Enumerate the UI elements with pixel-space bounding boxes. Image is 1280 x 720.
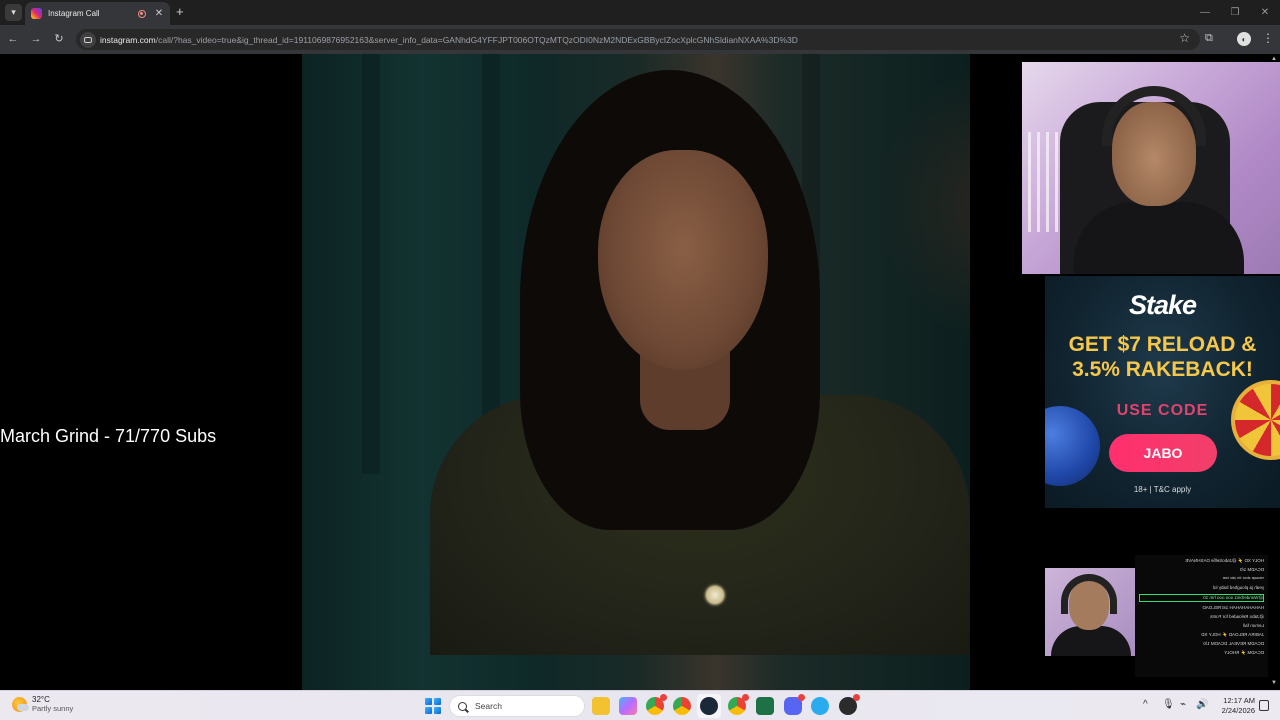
taskbar-search[interactable]: Search xyxy=(449,695,585,717)
chat-overlay: HOLY XD ⚡ @JaboSelfie DASHNAVE DCADM 1/0… xyxy=(1135,555,1268,677)
chat-message: HOLY XD ⚡ @JaboSelfie DASHNAVE xyxy=(1185,558,1264,563)
curtain-fold xyxy=(362,54,380,474)
chrome-alt-icon[interactable] xyxy=(728,694,749,715)
chat-message: yeah ja ploughed baby lol xyxy=(1212,585,1264,590)
weather-temperature: 32°C xyxy=(32,695,50,704)
browser-menu-icon[interactable]: ⋮ xyxy=(1262,31,1274,45)
address-bar[interactable]: instagram.com/call/?has_video=true&ig_th… xyxy=(76,29,1200,50)
windows-logo-icon xyxy=(425,698,432,706)
url-path: /call/?has_video=true&ig_thread_id=19110… xyxy=(155,34,798,45)
stake-ad-banner: Stake GET $7 RELOAD & 3.5% RAKEBACK! USE… xyxy=(1045,276,1280,508)
microphone-icon[interactable]: 🎙 xyxy=(1162,699,1175,710)
bookmark-star-icon[interactable]: ☆ xyxy=(1179,31,1190,45)
subs-goal-overlay: March Grind - 71/770 Subs xyxy=(0,426,217,446)
search-icon xyxy=(458,701,467,711)
person-face xyxy=(598,150,768,370)
minimize-button[interactable]: — xyxy=(1190,0,1220,25)
windows-logo-icon xyxy=(433,706,441,714)
url-domain: instagram.com xyxy=(100,34,156,45)
weather-text: 32°C Partly sunny xyxy=(32,695,73,713)
search-placeholder: Search xyxy=(475,701,502,711)
stake-logo: Stake xyxy=(1128,290,1197,320)
tab-close-icon[interactable]: ✕ xyxy=(154,8,164,19)
clock-date: 2/24/2026 xyxy=(1221,706,1255,715)
scrollbar-down-arrow-icon[interactable]: ▼ xyxy=(1271,680,1277,686)
restore-button[interactable]: ❐ xyxy=(1220,0,1250,25)
notification-badge xyxy=(742,694,749,701)
app-red-icon[interactable] xyxy=(839,694,860,715)
start-button[interactable] xyxy=(425,698,441,714)
streamer-shirt xyxy=(1074,202,1244,274)
new-tab-button[interactable]: + xyxy=(176,5,184,18)
use-code-label: USE CODE xyxy=(1116,402,1209,419)
steam-task-button[interactable] xyxy=(697,694,721,718)
notification-center-icon[interactable] xyxy=(1259,700,1269,711)
weather-description: Partly sunny xyxy=(32,704,74,713)
clock-time: 12:17 AM xyxy=(1223,696,1255,705)
roulette-wheel-graphic xyxy=(1231,380,1280,460)
app-green-icon[interactable] xyxy=(756,697,774,715)
tray-overflow-chevron-icon[interactable]: ^ xyxy=(1143,699,1148,710)
network-icon[interactable]: ⌁ xyxy=(1180,699,1186,710)
chat-message: ᵐᵉˢˢᵃᵍᵉ ᵃᵇᵒᵘᵗ ᵗʰᵉ ʲᵃᵇᵒ ᵇᵉᵃᵗ xyxy=(1222,576,1264,581)
extensions-puzzle-icon[interactable]: ⧉ xyxy=(1205,32,1213,45)
discord-icon[interactable] xyxy=(784,694,805,715)
windows-taskbar: 32°C Partly sunny Search ^ 🎙 ⌁ 🔊 12:17 A… xyxy=(0,690,1280,720)
weather-widget[interactable]: 32°C Partly sunny xyxy=(12,695,73,713)
chat-message: DCADM REVEAL DCADM 1/0 xyxy=(1203,641,1264,646)
headphones-icon xyxy=(1102,86,1206,146)
streamer-shirt xyxy=(1051,626,1131,656)
instagram-call-video xyxy=(302,54,970,690)
tab-search-button[interactable]: ▾ xyxy=(5,4,22,21)
chat-message: JABIRA RELOAD ⚡ HOLY XD xyxy=(1201,632,1264,637)
windows-logo-icon xyxy=(425,706,432,714)
notification-badge xyxy=(853,694,860,701)
stream-canvas: March Grind - 71/770 Subs Stake GET $7 R… xyxy=(0,54,1280,690)
scrollbar-up-arrow-icon[interactable]: ▲ xyxy=(1271,56,1277,62)
recording-indicator-icon xyxy=(138,9,146,18)
browser-tab-strip: ▾ Instagram Call ✕ + — ❐ ✕ xyxy=(0,0,1280,25)
chrome-profile-icon[interactable] xyxy=(646,694,667,715)
partly-sunny-icon xyxy=(12,696,29,712)
chrome-icon[interactable] xyxy=(673,697,691,715)
promo-code-pill: JABO xyxy=(1109,434,1217,472)
ad-headline-line1: GET $7 RELOAD & xyxy=(1068,333,1257,356)
steam-icon xyxy=(700,697,718,715)
desktop-screen: ▾ Instagram Call ✕ + — ❐ ✕ ← → ↻ instagr… xyxy=(0,0,1280,720)
forward-button[interactable]: → xyxy=(28,32,44,46)
copilot-icon[interactable] xyxy=(619,697,637,715)
profile-avatar-icon[interactable]: ◐ xyxy=(1237,32,1251,46)
url-text: instagram.com/call/?has_video=true&ig_th… xyxy=(100,35,798,45)
site-info-icon[interactable] xyxy=(80,31,96,48)
ad-legal-text: 18+ | T&C apply xyxy=(1133,485,1192,494)
system-clock[interactable]: 12:17 AM 2/24/2026 xyxy=(1210,696,1255,716)
chat-message: Lemon fall xyxy=(1243,623,1264,628)
chat-message: HAHAHAHAHAH 1st RELOAD xyxy=(1202,605,1264,610)
browser-toolbar: ← → ↻ instagram.com/call/?has_video=true… xyxy=(0,25,1280,54)
chat-message: DCADM ⚡ RHOLY xyxy=(1224,650,1264,655)
chat-message-highlighted: @Wonderbis1 ooo ooo hm 10 xyxy=(1139,594,1264,602)
ad-headline: GET $7 RELOAD & 3.5% RAKEBACK! xyxy=(1045,332,1280,382)
window-controls: — ❐ ✕ xyxy=(1190,0,1280,25)
streamer-webcam xyxy=(1022,62,1280,274)
windows-logo-icon xyxy=(433,698,441,706)
ad-headline-line2: 3.5% RAKEBACK! xyxy=(1072,358,1253,381)
streamer-webcam-mirror xyxy=(1045,568,1135,656)
headphones-icon xyxy=(1061,574,1117,614)
telegram-icon[interactable] xyxy=(811,697,829,715)
notification-badge xyxy=(660,694,667,701)
close-window-button[interactable]: ✕ xyxy=(1250,0,1280,25)
notification-badge xyxy=(798,694,805,701)
chat-message: @Jabo Reloaded for Fonts xyxy=(1210,614,1264,619)
file-explorer-icon[interactable] xyxy=(592,697,610,715)
volume-icon[interactable]: 🔊 xyxy=(1196,699,1208,710)
reload-button[interactable]: ↻ xyxy=(51,32,67,46)
instagram-icon xyxy=(31,8,42,19)
chat-message: DCADM 1/0 xyxy=(1239,567,1264,572)
necklace-pendant xyxy=(702,582,728,608)
back-button[interactable]: ← xyxy=(5,32,21,46)
tab-instagram-call[interactable]: Instagram Call ✕ xyxy=(25,2,170,25)
tab-title: Instagram Call xyxy=(48,9,100,18)
